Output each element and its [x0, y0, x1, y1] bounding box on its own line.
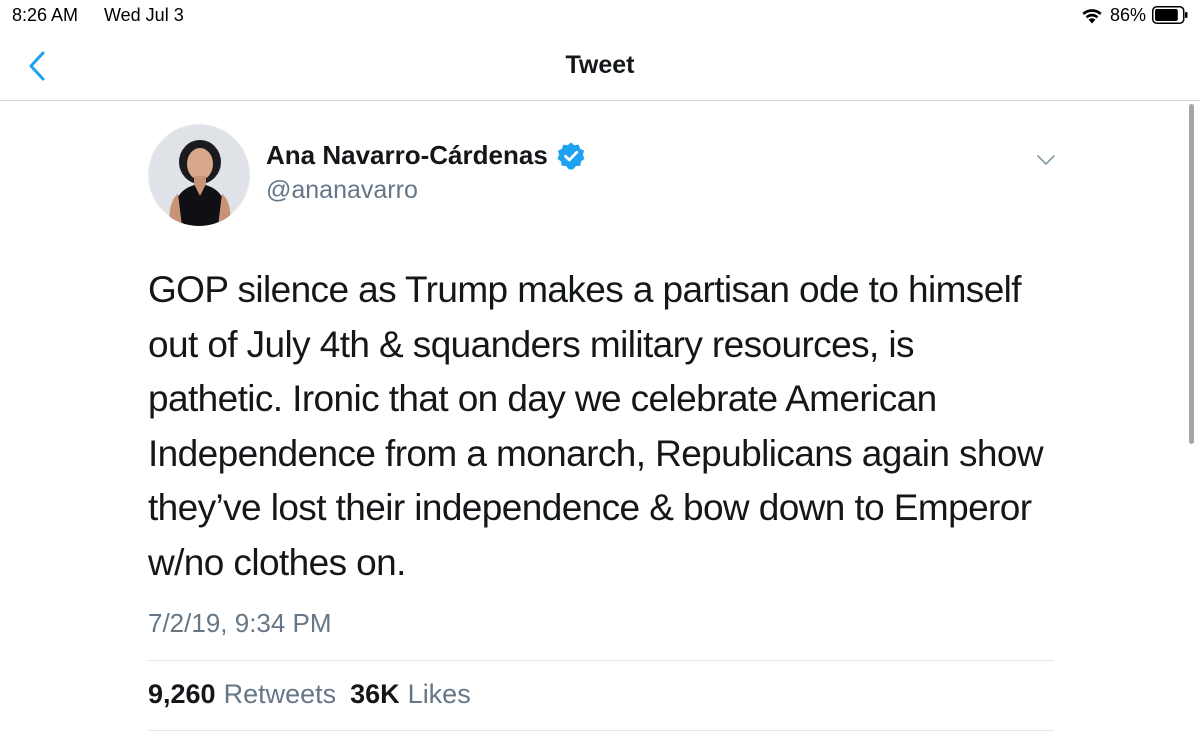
author-name[interactable]: Ana Navarro-Cárdenas — [266, 140, 548, 171]
likes-stat[interactable]: 36K Likes — [350, 679, 471, 710]
tweet-timestamp[interactable]: 7/2/19, 9:34 PM — [148, 608, 332, 639]
chevron-down-icon — [1037, 155, 1055, 165]
scrollbar[interactable] — [1189, 104, 1194, 444]
author-name-row[interactable]: Ana Navarro-Cárdenas — [266, 140, 586, 171]
verified-badge-icon — [557, 142, 585, 169]
avatar[interactable] — [148, 124, 250, 226]
status-indicators: 86% — [1080, 4, 1188, 26]
nav-bar: Tweet — [0, 30, 1200, 101]
status-time: 8:26 AM — [12, 5, 79, 25]
divider — [148, 730, 1054, 731]
tweet-text: GOP silence as Trump makes a partisan od… — [148, 269, 1044, 583]
status-date: Wed Jul 3 — [104, 5, 184, 25]
retweets-label: Retweets — [223, 679, 337, 709]
battery-percentage: 86% — [1109, 4, 1146, 25]
tweet-detail-screen: 8:26 AM Wed Jul 3 86% Tweet Ana Navarro-… — [0, 0, 1200, 741]
status-bar: 8:26 AM Wed Jul 3 86% — [0, 0, 1200, 30]
retweets-stat[interactable]: 9,260 Retweets — [148, 679, 336, 710]
more-options-button[interactable] — [1034, 148, 1058, 172]
divider — [148, 660, 1054, 661]
battery-icon — [1152, 6, 1188, 24]
likes-count: 36K — [350, 679, 400, 709]
retweets-count: 9,260 — [148, 679, 216, 709]
engagement-stats: 9,260 Retweets 36K Likes — [148, 679, 471, 710]
wifi-icon — [1082, 9, 1102, 24]
author-handle[interactable]: @ananavarro — [266, 176, 418, 205]
page-title: Tweet — [565, 51, 635, 79]
avatar-image — [148, 124, 250, 226]
likes-label: Likes — [407, 679, 471, 709]
